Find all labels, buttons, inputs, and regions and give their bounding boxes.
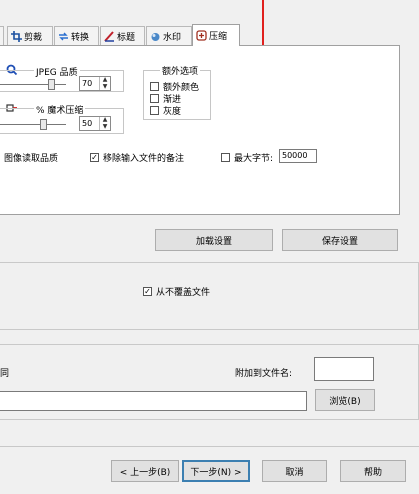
tab-crop[interactable]: 剪裁 [7, 26, 53, 45]
help-button[interactable]: 帮助 [340, 460, 406, 482]
jpeg-quality-slider-track[interactable] [0, 84, 66, 85]
title-icon [104, 30, 114, 42]
grayscale-label: 灰度 [163, 107, 182, 117]
max-bytes-value[interactable]: 50000 [282, 151, 307, 160]
footer-separator [0, 446, 419, 447]
tab-strip: 剪裁 转换 标题 水印 压缩 [0, 24, 265, 46]
jpeg-quality-slider-thumb[interactable] [48, 79, 55, 90]
tab-title[interactable]: 标题 [100, 26, 145, 45]
jpeg-quality-stepper[interactable]: 70 ▲ ▼ [79, 76, 111, 91]
tab-edge[interactable] [0, 26, 4, 45]
grayscale-option[interactable]: 灰度 [150, 104, 181, 117]
max-bytes-label: 最大字节: [234, 154, 274, 164]
load-settings-button[interactable]: 加载设置 [155, 229, 273, 251]
no-overwrite-option[interactable]: ✓ 从不覆盖文件 [143, 285, 210, 298]
max-bytes-checkbox[interactable] [221, 153, 230, 162]
convert-icon [59, 32, 68, 40]
append-input[interactable] [314, 357, 374, 381]
crop-icon [11, 30, 22, 42]
jpeg-quality-label: JPEG 品质 [34, 65, 80, 78]
prev-button[interactable]: < 上一步(B) [111, 460, 179, 482]
output-path-input[interactable] [0, 391, 307, 411]
tab-convert-label: 转换 [71, 32, 90, 43]
tab-title-label: 标题 [117, 32, 136, 43]
remove-comments-checkbox[interactable]: ✓ [90, 153, 99, 162]
append-label: 附加到文件名: [235, 369, 293, 379]
grayscale-checkbox[interactable] [150, 106, 159, 115]
extra-options-legend: 额外选项 [160, 64, 201, 77]
remove-comments-label: 移除输入文件的备注 [103, 154, 185, 164]
tab-compress-label: 压缩 [209, 32, 228, 42]
next-button[interactable]: 下一步(N) > [182, 460, 250, 482]
magic-compress-value[interactable]: 50 [80, 119, 99, 128]
magic-compress-spin-arrows[interactable]: ▲ ▼ [99, 117, 110, 130]
tab-crop-label: 剪裁 [24, 32, 43, 43]
same-label: 同 [0, 369, 10, 379]
magic-compress-slider-thumb[interactable] [40, 119, 47, 130]
tab-watermark[interactable]: 水印 [146, 26, 192, 45]
extra-colors-checkbox[interactable] [150, 82, 159, 91]
jpeg-quality-spin-arrows[interactable]: ▲ ▼ [99, 77, 110, 90]
remove-comments-option[interactable]: ✓ 移除输入文件的备注 [90, 151, 184, 164]
no-overwrite-checkbox[interactable]: ✓ [143, 287, 152, 296]
cancel-button[interactable]: 取消 [262, 460, 327, 482]
magic-compress-group: % 魔术压缩 50 ▲ ▼ [0, 98, 130, 138]
watermark-icon [151, 32, 160, 41]
progressive-checkbox[interactable] [150, 94, 159, 103]
max-bytes-option[interactable]: 最大字节: [221, 151, 273, 164]
no-overwrite-label: 从不覆盖文件 [156, 288, 211, 298]
compress-icon [196, 30, 207, 41]
browse-button[interactable]: 浏览(B) [315, 389, 375, 411]
tab-compress[interactable]: 压缩 [192, 24, 240, 46]
tab-convert[interactable]: 转换 [54, 26, 99, 45]
jpeg-quality-group: JPEG 品质 70 ▲ ▼ [0, 56, 130, 96]
magic-compress-label: % 魔术压缩 [34, 103, 86, 116]
max-bytes-input[interactable]: 50000 [279, 149, 317, 163]
jpeg-quality-value[interactable]: 70 [80, 79, 99, 88]
magic-compress-slider-track[interactable] [0, 124, 66, 125]
magic-compress-stepper[interactable]: 50 ▲ ▼ [79, 116, 111, 131]
tab-watermark-label: 水印 [163, 32, 182, 43]
save-settings-button[interactable]: 保存设置 [282, 229, 398, 251]
read-quality-label[interactable]: 图像读取品质 [4, 151, 58, 164]
